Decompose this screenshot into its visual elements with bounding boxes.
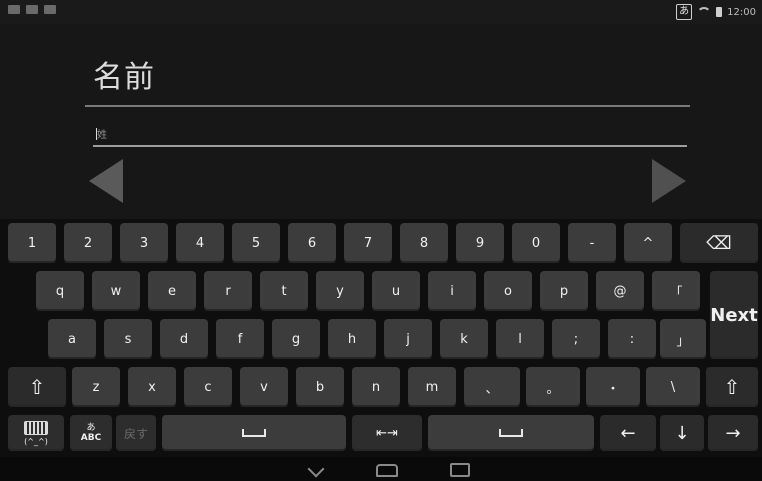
- arrow-down-key[interactable]: ↓: [660, 415, 704, 451]
- key-f[interactable]: f: [216, 319, 264, 359]
- status-bar-system: あ 12:00: [676, 4, 756, 20]
- arrow-right-icon: →: [725, 422, 741, 444]
- key-caret[interactable]: ^: [624, 223, 672, 263]
- recent-apps-icon[interactable]: [450, 463, 470, 477]
- wifi-icon: [697, 7, 712, 17]
- key-close-bracket[interactable]: 」: [660, 319, 706, 359]
- key-0[interactable]: 0: [512, 223, 560, 263]
- key-n[interactable]: n: [352, 367, 400, 407]
- key-r[interactable]: r: [204, 271, 252, 311]
- key-e[interactable]: e: [148, 271, 196, 311]
- key-1[interactable]: 1: [8, 223, 56, 263]
- key-backslash[interactable]: \: [646, 367, 700, 407]
- last-name-input[interactable]: [93, 126, 687, 147]
- key-x[interactable]: x: [128, 367, 176, 407]
- arrow-down-icon: ↓: [674, 422, 690, 444]
- page-title: 名前: [93, 60, 155, 95]
- key-h[interactable]: h: [328, 319, 376, 359]
- cursor-mode-icon: ⇤⇥: [376, 425, 398, 441]
- key-k[interactable]: k: [440, 319, 488, 359]
- shift-key-right[interactable]: ⇧: [706, 367, 758, 407]
- key-9[interactable]: 9: [456, 223, 504, 263]
- undo-key[interactable]: 戻す: [116, 415, 156, 451]
- space-icon: [242, 429, 266, 437]
- shift-icon: ⇧: [723, 375, 741, 399]
- keyboard-switch-key[interactable]: (^_^): [8, 415, 64, 451]
- key-v[interactable]: v: [240, 367, 288, 407]
- key-a[interactable]: a: [48, 319, 96, 359]
- keyboard-icon: [24, 420, 48, 435]
- space-icon: [499, 429, 523, 437]
- key-b[interactable]: b: [296, 367, 344, 407]
- undo-label: 戻す: [123, 426, 148, 441]
- next-key[interactable]: Next: [710, 271, 758, 359]
- notification-icon: [8, 5, 20, 14]
- key-minus[interactable]: -: [568, 223, 616, 263]
- clock: 12:00: [727, 6, 756, 18]
- notification-icon: [44, 5, 56, 14]
- key-5[interactable]: 5: [232, 223, 280, 263]
- space-key-left[interactable]: [162, 415, 346, 451]
- battery-icon: [716, 7, 723, 17]
- key-period[interactable]: 。: [526, 367, 580, 407]
- form-area: 名前: [0, 24, 762, 219]
- key-d[interactable]: d: [160, 319, 208, 359]
- key-i[interactable]: i: [428, 271, 476, 311]
- key-z[interactable]: z: [72, 367, 120, 407]
- key-semicolon[interactable]: ;: [552, 319, 600, 359]
- key-6[interactable]: 6: [288, 223, 336, 263]
- ime-indicator: あ: [676, 4, 693, 20]
- key-o[interactable]: o: [484, 271, 532, 311]
- shift-key-left[interactable]: ⇧: [8, 367, 66, 407]
- key-c[interactable]: c: [184, 367, 232, 407]
- status-bar-notifications: [8, 5, 56, 14]
- key-t[interactable]: t: [260, 271, 308, 311]
- key-p[interactable]: p: [540, 271, 588, 311]
- key-y[interactable]: y: [316, 271, 364, 311]
- key-l[interactable]: l: [496, 319, 544, 359]
- key-s[interactable]: s: [104, 319, 152, 359]
- key-middle-dot[interactable]: ・: [586, 367, 640, 407]
- emoji-label: (^_^): [24, 436, 48, 446]
- text-cursor: [96, 128, 97, 140]
- navigation-bar: [0, 457, 762, 481]
- arrow-left-key[interactable]: ←: [600, 415, 656, 451]
- key-2[interactable]: 2: [64, 223, 112, 263]
- key-comma[interactable]: 、: [464, 367, 520, 407]
- previous-arrow-icon[interactable]: [89, 159, 123, 203]
- soft-keyboard: 1 2 3 4 5 6 7 8 9 0 - ^ ⌫ q w e r t y u …: [0, 219, 762, 457]
- home-icon[interactable]: [376, 464, 398, 477]
- key-q[interactable]: q: [36, 271, 84, 311]
- key-g[interactable]: g: [272, 319, 320, 359]
- hide-keyboard-icon[interactable]: [307, 460, 325, 478]
- key-3[interactable]: 3: [120, 223, 168, 263]
- key-at[interactable]: @: [596, 271, 644, 311]
- key-colon[interactable]: :: [608, 319, 656, 359]
- backspace-icon: ⌫: [706, 232, 732, 254]
- mode-abc-label: ABC: [80, 433, 102, 443]
- input-mode-key[interactable]: あ ABC: [70, 415, 112, 451]
- title-divider: [85, 105, 690, 107]
- key-8[interactable]: 8: [400, 223, 448, 263]
- mode-hiragana-label: あ: [86, 423, 96, 433]
- last-name-field[interactable]: [93, 123, 687, 147]
- key-w[interactable]: w: [92, 271, 140, 311]
- key-7[interactable]: 7: [344, 223, 392, 263]
- next-arrow-icon[interactable]: [652, 159, 686, 203]
- arrow-left-icon: ←: [620, 422, 636, 444]
- notification-icon: [26, 5, 38, 14]
- key-4[interactable]: 4: [176, 223, 224, 263]
- key-m[interactable]: m: [408, 367, 456, 407]
- cursor-mode-key[interactable]: ⇤⇥: [352, 415, 422, 451]
- space-key-right[interactable]: [428, 415, 594, 451]
- backspace-key[interactable]: ⌫: [680, 223, 758, 263]
- shift-icon: ⇧: [28, 375, 46, 399]
- key-u[interactable]: u: [372, 271, 420, 311]
- key-j[interactable]: j: [384, 319, 432, 359]
- arrow-right-key[interactable]: →: [708, 415, 758, 451]
- key-open-bracket[interactable]: 「: [652, 271, 700, 311]
- status-bar: あ 12:00: [0, 0, 762, 24]
